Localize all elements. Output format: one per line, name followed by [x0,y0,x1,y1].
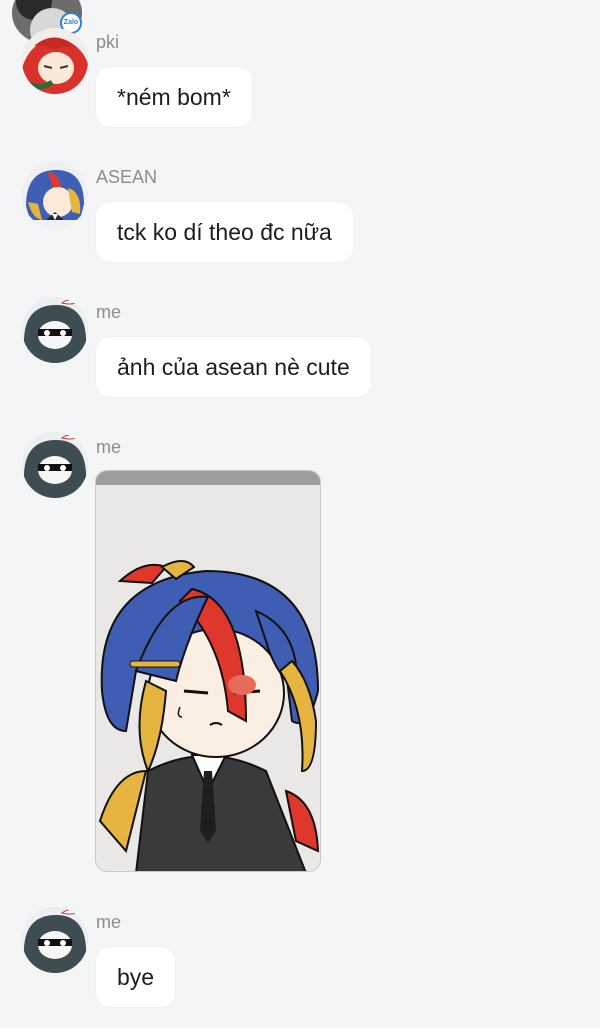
message-bubble[interactable]: *ném bom* [96,67,252,127]
sender-name: me [96,912,122,932]
message-bubble[interactable]: bye [96,947,176,1007]
sender-name: me [96,437,122,457]
message-bubble[interactable]: tck ko dí theo đc nữa [96,202,353,262]
sender-name: me [96,302,122,322]
dark-hair-avatar-icon[interactable] [22,297,88,363]
red-hair-avatar-icon[interactable] [22,28,88,94]
dark-hair-avatar-icon[interactable] [22,432,88,498]
drawn-character-image[interactable] [95,470,321,872]
sender-name: ASEAN [96,167,158,187]
sender-name: pki [96,32,120,52]
message-bubble[interactable]: ảnh của asean nè cute [96,337,371,397]
dark-hair-avatar-icon[interactable] [22,907,88,973]
asean-avatar-icon[interactable] [22,162,88,228]
